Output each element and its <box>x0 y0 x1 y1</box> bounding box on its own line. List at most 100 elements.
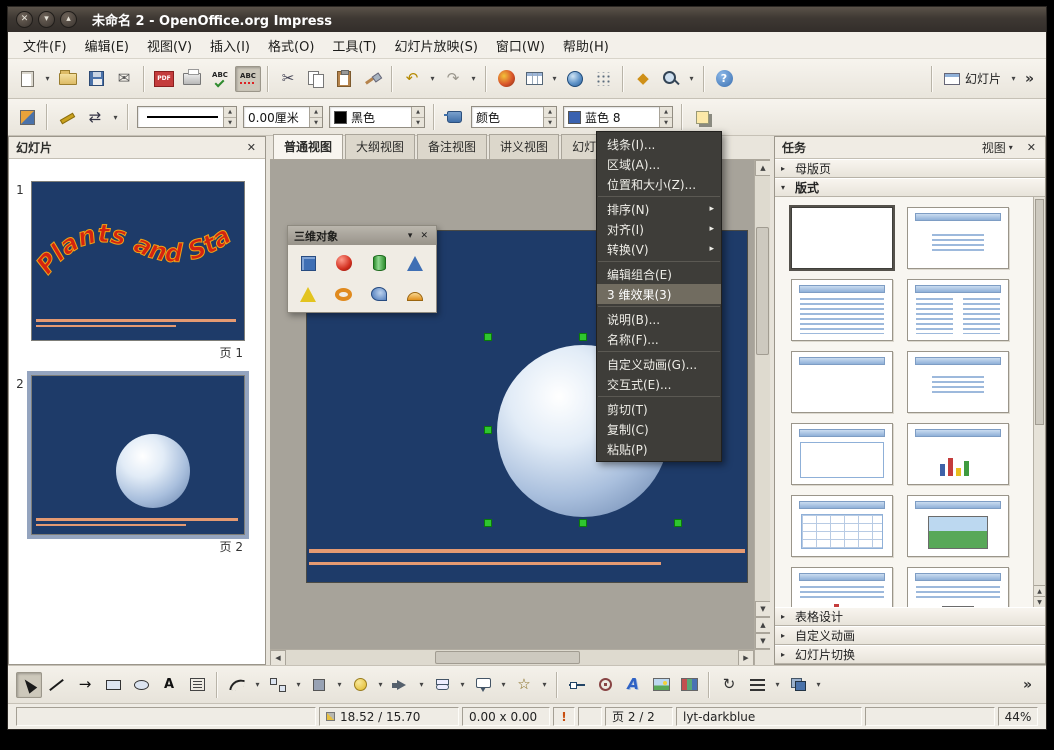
toolbar-menu-dropdown-icon[interactable]: ▾ <box>406 231 415 241</box>
layout-title-chart[interactable] <box>907 423 1009 485</box>
new-document-dropdown-icon[interactable]: ▾ <box>42 66 53 92</box>
context-menu-item[interactable]: 自定义动画(G)... <box>597 354 721 374</box>
line-icon[interactable] <box>44 672 70 698</box>
open-icon[interactable] <box>55 66 81 92</box>
3d-objects-toolbar-titlebar[interactable]: 三维对象 ▾ ✕ <box>288 226 436 245</box>
line-color-select-spinner[interactable]: ▲ ▼ <box>411 107 424 127</box>
block-arrows-dropdown-icon[interactable]: ▾ <box>416 672 427 698</box>
context-menu-item[interactable]: 编辑组合(E) <box>597 264 721 284</box>
spin-up-icon[interactable]: ▲ <box>412 107 424 118</box>
zoom-dropdown-icon[interactable]: ▾ <box>686 66 697 92</box>
3d-torus-icon[interactable] <box>328 281 360 307</box>
layout-title-box[interactable] <box>791 423 893 485</box>
redo-icon[interactable]: ↷ <box>440 66 466 92</box>
context-menu-item[interactable]: 复制(C) <box>597 419 721 439</box>
line-dialog-icon[interactable] <box>54 104 80 130</box>
connector-icon[interactable] <box>265 672 291 698</box>
layouts-scrollbar[interactable]: ▲ ▼ <box>1033 197 1045 607</box>
line-style-select[interactable]: ▲ ▼ <box>137 106 237 128</box>
spellcheck-icon[interactable]: ABC <box>207 66 233 92</box>
section-master-pages[interactable]: ▸ 母版页 <box>775 159 1045 178</box>
menubar-item-2[interactable]: 视图(V) <box>138 33 201 58</box>
menubar-item-8[interactable]: 帮助(H) <box>554 33 618 58</box>
view-tab-0[interactable]: 普通视图 <box>273 134 344 159</box>
context-menu-item[interactable]: 位置和大小(Z)... <box>597 174 721 194</box>
view-tab-1[interactable]: 大纲视图 <box>345 134 416 159</box>
insert-table-icon[interactable] <box>521 66 547 92</box>
print-icon[interactable] <box>179 66 205 92</box>
hyperlink-icon[interactable] <box>562 66 588 92</box>
decor-line[interactable] <box>309 562 661 565</box>
spin-up-icon[interactable]: ▲ <box>310 107 322 118</box>
titlebar[interactable]: ✕ ▾ ▴ 未命名 2 - OpenOffice.org Impress <box>8 7 1046 32</box>
ellipse-icon[interactable] <box>128 672 154 698</box>
context-menu-item[interactable]: 说明(B)... <box>597 309 721 329</box>
previous-page-icon[interactable]: ▲ <box>755 617 770 633</box>
undo-icon[interactable]: ↶ <box>399 66 425 92</box>
alignment-icon[interactable] <box>744 672 770 698</box>
line-width-input[interactable]: 0.00厘米 ▲ ▼ <box>243 106 323 128</box>
template-cell[interactable]: lyt-darkblue <box>676 707 862 726</box>
export-pdf-icon[interactable]: PDF <box>151 66 177 92</box>
vertical-text-icon[interactable] <box>184 672 210 698</box>
navigator-icon[interactable]: ◆ <box>630 66 656 92</box>
layout-title-center[interactable] <box>907 207 1009 269</box>
curve-dropdown-icon[interactable]: ▾ <box>252 672 263 698</box>
layout-centered-text[interactable] <box>907 351 1009 413</box>
spin-down-icon[interactable]: ▼ <box>660 118 672 127</box>
glue-points-icon[interactable] <box>592 672 618 698</box>
symbol-shapes-icon[interactable] <box>347 672 373 698</box>
vertical-scroll-track[interactable] <box>755 176 770 601</box>
stars-icon[interactable]: ☆ <box>511 672 537 698</box>
flowchart-icon[interactable] <box>429 672 455 698</box>
shadow-icon[interactable] <box>689 104 715 130</box>
insert-table-dropdown-icon[interactable]: ▾ <box>549 66 560 92</box>
area-style-select-spinner[interactable]: ▲ ▼ <box>543 107 556 127</box>
context-menu-item[interactable]: 3 维效果(3) <box>597 284 721 304</box>
slide-button-dropdown-icon[interactable]: ▾ <box>1008 66 1019 92</box>
curve-icon[interactable] <box>224 672 250 698</box>
drawing-toolbar-overflow-icon[interactable]: » <box>1017 677 1038 693</box>
callouts-icon[interactable] <box>470 672 496 698</box>
context-menu-item[interactable]: 剪切(T) <box>597 399 721 419</box>
view-tab-3[interactable]: 讲义视图 <box>489 134 560 159</box>
selection-handle[interactable] <box>484 519 492 527</box>
close-button[interactable]: ✕ <box>16 11 33 28</box>
slide-2-thumbnail[interactable] <box>27 371 249 539</box>
alignment-dropdown-icon[interactable]: ▾ <box>772 672 783 698</box>
3d-cylinder-icon[interactable] <box>363 250 395 276</box>
arrow-icon[interactable]: → <box>72 672 98 698</box>
zoom-icon[interactable] <box>658 66 684 92</box>
block-arrows-icon[interactable] <box>388 672 414 698</box>
context-menu-item[interactable]: 排序(N) ▸ <box>597 199 721 219</box>
horizontal-scroll-track[interactable] <box>286 650 738 665</box>
zoom-cell[interactable]: 44% <box>998 707 1038 726</box>
horizontal-scroll-thumb[interactable] <box>435 651 580 664</box>
scroll-up-icon[interactable]: ▲ <box>755 160 770 176</box>
layout-title-content-chart[interactable] <box>791 567 893 607</box>
cut-icon[interactable]: ✂ <box>275 66 301 92</box>
section-table-design[interactable]: ▸ 表格设计 <box>775 607 1045 626</box>
tasks-view-menu[interactable]: 视图 ▾ <box>982 139 1019 156</box>
arrange-dropdown-icon[interactable]: ▾ <box>813 672 824 698</box>
layout-title-only[interactable] <box>791 351 893 413</box>
main-toolbar-overflow-icon[interactable]: » <box>1019 71 1040 87</box>
3d-sphere-icon[interactable] <box>328 250 360 276</box>
rotate-icon[interactable]: ↻ <box>716 672 742 698</box>
context-menu-item[interactable]: 粘贴(P) <box>597 439 721 459</box>
symbol-shapes-dropdown-icon[interactable]: ▾ <box>375 672 386 698</box>
line-color-select[interactable]: 黑色 ▲ ▼ <box>329 106 425 128</box>
decor-line[interactable] <box>309 549 745 553</box>
callouts-dropdown-icon[interactable]: ▾ <box>498 672 509 698</box>
email-icon[interactable]: ✉ <box>111 66 137 92</box>
next-page-icon[interactable]: ▼ <box>755 633 770 649</box>
connector-dropdown-icon[interactable]: ▾ <box>293 672 304 698</box>
edit-points-icon[interactable] <box>14 104 40 130</box>
context-menu-item[interactable]: 线条(I)... <box>597 134 721 154</box>
menubar-item-6[interactable]: 幻灯片放映(S) <box>386 33 487 58</box>
spin-up-icon[interactable]: ▲ <box>660 107 672 118</box>
section-slide-transition[interactable]: ▸ 幻灯片切换 <box>775 645 1045 664</box>
arrow-style-icon[interactable]: ⇄ <box>82 104 108 130</box>
layouts-scroll-thumb[interactable] <box>1035 199 1044 425</box>
arrange-icon[interactable] <box>785 672 811 698</box>
